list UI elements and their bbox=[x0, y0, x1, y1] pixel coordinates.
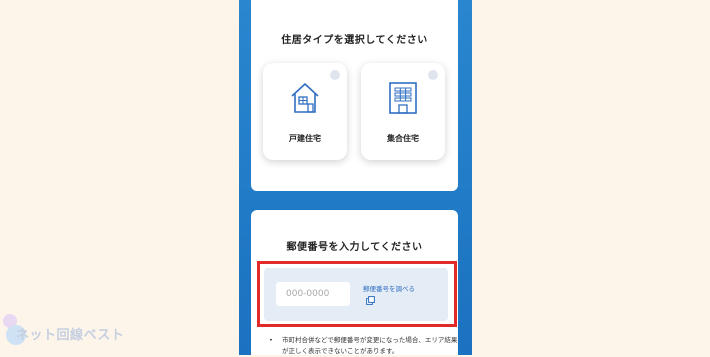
option-label: 戸建住宅 bbox=[289, 134, 321, 143]
highlight-frame bbox=[257, 261, 457, 327]
postal-note: • 市町村合併などで郵便番号が変更になった場合、エリア結果が正しく表示できないこ… bbox=[269, 335, 461, 357]
watermark-logo: ネット回線ベスト bbox=[3, 310, 133, 350]
option-apartment[interactable]: 集合住宅 bbox=[361, 63, 445, 160]
bullet: • bbox=[269, 336, 273, 344]
watermark-text: ネット回線ベスト bbox=[16, 328, 125, 343]
option-label: 集合住宅 bbox=[387, 134, 419, 143]
note-text: 市町村合併などで郵便番号が変更になった場合、エリア結果が正しく表示できないことが… bbox=[282, 336, 458, 355]
residence-type-card: 住居タイプを選択してください 戸建住宅 集合住宅 bbox=[251, 0, 458, 191]
apartment-icon bbox=[389, 82, 417, 114]
residence-type-title: 住居タイプを選択してください bbox=[281, 35, 428, 46]
postal-code-title: 郵便番号を入力してください bbox=[286, 242, 423, 253]
radio-button[interactable] bbox=[428, 70, 438, 80]
house-icon bbox=[291, 83, 319, 113]
option-detached-house[interactable]: 戸建住宅 bbox=[263, 63, 347, 160]
radio-button[interactable] bbox=[330, 70, 340, 80]
